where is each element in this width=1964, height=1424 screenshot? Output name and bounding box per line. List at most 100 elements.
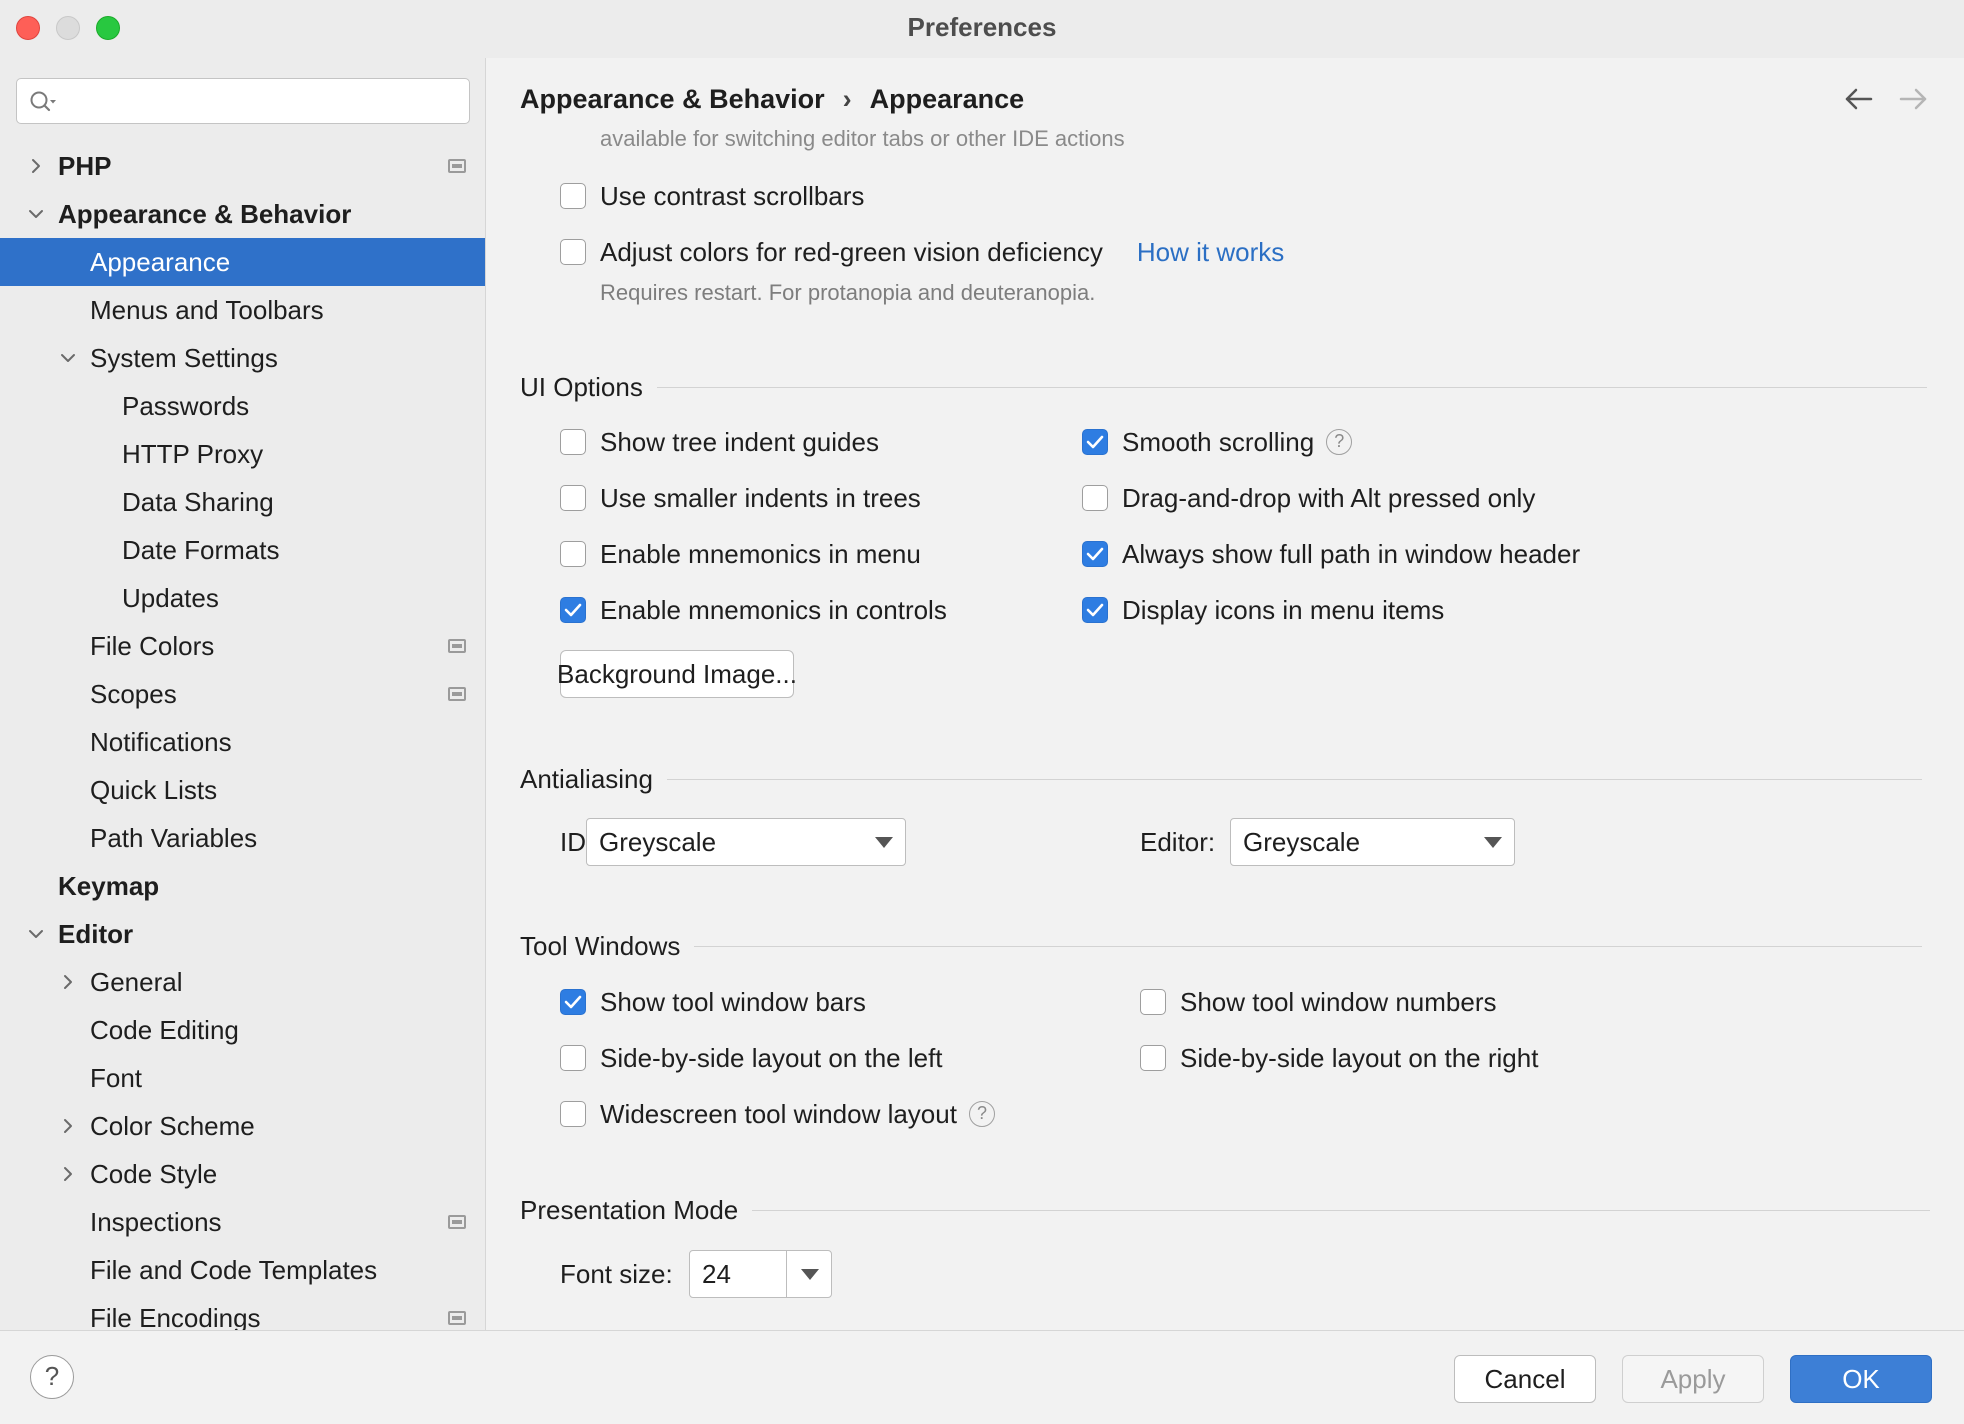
- checkbox-box[interactable]: [560, 485, 586, 511]
- checkbox-box[interactable]: [1082, 541, 1108, 567]
- how-it-works-link[interactable]: How it works: [1137, 237, 1284, 268]
- sidebar-item-appearance-behavior[interactable]: Appearance & Behavior: [0, 190, 485, 238]
- sidebar-item-code-editing[interactable]: Code Editing: [0, 1006, 485, 1054]
- sidebar-item-data-sharing[interactable]: Data Sharing: [0, 478, 485, 526]
- background-image-button[interactable]: Background Image...: [557, 650, 797, 698]
- sidebar-item-date-formats[interactable]: Date Formats: [0, 526, 485, 574]
- red-green-vision-checkbox[interactable]: Adjust colors for red-green vision defic…: [560, 232, 1284, 272]
- select-value[interactable]: 24: [702, 1259, 731, 1289]
- checkbox-label: Enable mnemonics in controls: [600, 594, 947, 625]
- side-by-side-layout-on-the-right-checkbox[interactable]: Side-by-side layout on the right: [1140, 1038, 1538, 1078]
- ide-antialiasing-select[interactable]: Greyscale: [586, 818, 906, 866]
- sidebar-item-appearance[interactable]: Appearance: [0, 238, 485, 286]
- sidebar-item-label: File Colors: [90, 631, 215, 661]
- sidebar-item-notifications[interactable]: Notifications: [0, 718, 485, 766]
- sidebar-item-code-style[interactable]: Code Style: [0, 1150, 485, 1198]
- smooth-scrolling-checkbox[interactable]: Smooth scrolling?: [1082, 422, 1353, 462]
- checkbox-box[interactable]: [560, 597, 586, 623]
- sidebar-item-quick-lists[interactable]: Quick Lists: [0, 766, 485, 814]
- checkbox-label: Enable mnemonics in menu: [600, 538, 921, 569]
- checkbox-label: Show tree indent guides: [600, 426, 879, 457]
- font-size-label: Font size:: [560, 1259, 673, 1289]
- sidebar-item-editor[interactable]: Editor: [0, 910, 485, 958]
- sidebar-item-file-colors[interactable]: File Colors: [0, 622, 485, 670]
- drag-and-drop-with-alt-pressed-only-checkbox[interactable]: Drag-and-drop with Alt pressed only: [1082, 478, 1535, 518]
- widescreen-tool-window-layout-checkbox[interactable]: Widescreen tool window layout?: [560, 1094, 995, 1134]
- presentation-mode-section-title: Presentation Mode: [520, 1193, 1931, 1227]
- side-by-side-layout-on-the-left-checkbox[interactable]: Side-by-side layout on the left: [560, 1038, 943, 1078]
- sidebar-item-label: HTTP Proxy: [122, 439, 264, 469]
- help-icon[interactable]: ?: [968, 1101, 995, 1127]
- always-show-full-path-in-window-header-checkbox[interactable]: Always show full path in window header: [1082, 534, 1580, 574]
- checkbox-box[interactable]: [560, 989, 586, 1015]
- back-arrow-icon[interactable]: [1842, 84, 1876, 114]
- sidebar-item-php[interactable]: PHP: [0, 142, 485, 190]
- editor-antialiasing-select[interactable]: Greyscale: [1230, 818, 1515, 866]
- project-scope-icon: [448, 159, 466, 173]
- chevron-down-icon[interactable]: [26, 910, 46, 958]
- checkbox-label: Side-by-side layout on the left: [600, 1042, 943, 1073]
- checkbox-box[interactable]: [560, 541, 586, 567]
- enable-mnemonics-in-controls-checkbox[interactable]: Enable mnemonics in controls: [560, 590, 947, 630]
- breadcrumb-parent[interactable]: Appearance & Behavior: [520, 84, 825, 114]
- show-tool-window-bars-checkbox[interactable]: Show tool window bars: [560, 982, 866, 1022]
- section-divider: [694, 945, 1923, 947]
- preferences-window: Preferences PHP Appearance & Behavior Appe…: [0, 0, 1964, 1424]
- sidebar-item-menus-and-toolbars[interactable]: Menus and Toolbars: [0, 286, 485, 334]
- section-divider: [666, 778, 1922, 780]
- chevron-right-icon[interactable]: [26, 142, 46, 190]
- section-divider: [752, 1209, 1931, 1211]
- checkbox-box[interactable]: [560, 1101, 586, 1127]
- chevron-down-icon: [875, 837, 893, 848]
- project-scope-icon: [448, 1215, 466, 1229]
- sidebar-item-label: Date Formats: [122, 535, 280, 565]
- help-icon[interactable]: ?: [1326, 429, 1353, 455]
- sidebar-item-keymap[interactable]: Keymap: [0, 862, 485, 910]
- chevron-right-icon[interactable]: [58, 1150, 78, 1198]
- checkbox-box[interactable]: [1082, 485, 1108, 511]
- show-tool-window-numbers-checkbox[interactable]: Show tool window numbers: [1140, 982, 1497, 1022]
- use-smaller-indents-in-trees-checkbox[interactable]: Use smaller indents in trees: [560, 478, 921, 518]
- checkbox-box[interactable]: [560, 1045, 586, 1071]
- sidebar-item-label: Appearance & Behavior: [58, 199, 352, 229]
- sidebar-item-updates[interactable]: Updates: [0, 574, 485, 622]
- ok-button[interactable]: OK: [1790, 1355, 1932, 1403]
- sidebar-item-passwords[interactable]: Passwords: [0, 382, 485, 430]
- forward-arrow-icon[interactable]: [1896, 84, 1930, 114]
- sidebar-item-file-and-code-templates[interactable]: File and Code Templates: [0, 1246, 485, 1294]
- sidebar-item-path-variables[interactable]: Path Variables: [0, 814, 485, 862]
- help-button[interactable]: ?: [30, 1355, 74, 1399]
- sidebar-item-scopes[interactable]: Scopes: [0, 670, 485, 718]
- cancel-button[interactable]: Cancel: [1454, 1355, 1596, 1403]
- enable-mnemonics-in-menu-checkbox[interactable]: Enable mnemonics in menu: [560, 534, 921, 574]
- chevron-right-icon[interactable]: [58, 958, 78, 1006]
- project-scope-icon: [448, 1311, 466, 1325]
- checkbox-label: Show tool window numbers: [1180, 986, 1497, 1017]
- chevron-down-icon[interactable]: [26, 190, 46, 238]
- sidebar-item-general[interactable]: General: [0, 958, 485, 1006]
- checkbox-box[interactable]: [560, 239, 586, 265]
- checkbox-box[interactable]: [560, 183, 586, 209]
- sidebar-item-system-settings[interactable]: System Settings: [0, 334, 485, 382]
- show-tree-indent-guides-checkbox[interactable]: Show tree indent guides: [560, 422, 879, 462]
- contrast-scrollbars-checkbox[interactable]: Use contrast scrollbars: [560, 176, 864, 216]
- font-size-select[interactable]: 24: [689, 1250, 832, 1298]
- sidebar-item-label: Scopes: [90, 679, 177, 709]
- chevron-down-icon[interactable]: [58, 334, 78, 382]
- antialiasing-section-title: Antialiasing: [520, 762, 1922, 796]
- sidebar-item-inspections[interactable]: Inspections: [0, 1198, 485, 1246]
- checkbox-box[interactable]: [1082, 429, 1108, 455]
- display-icons-in-menu-items-checkbox[interactable]: Display icons in menu items: [1082, 590, 1444, 630]
- sidebar-item-font[interactable]: Font: [0, 1054, 485, 1102]
- settings-search-input[interactable]: [16, 78, 470, 124]
- checkbox-box[interactable]: [560, 429, 586, 455]
- checkbox-box[interactable]: [1140, 1045, 1166, 1071]
- sidebar-item-file-encodings[interactable]: File Encodings: [0, 1294, 485, 1330]
- sidebar-item-color-scheme[interactable]: Color Scheme: [0, 1102, 485, 1150]
- chevron-right-icon[interactable]: [58, 1102, 78, 1150]
- checkbox-box[interactable]: [1082, 597, 1108, 623]
- project-scope-icon: [448, 639, 466, 653]
- apply-button[interactable]: Apply: [1622, 1355, 1764, 1403]
- sidebar-item-http-proxy[interactable]: HTTP Proxy: [0, 430, 485, 478]
- checkbox-box[interactable]: [1140, 989, 1166, 1015]
